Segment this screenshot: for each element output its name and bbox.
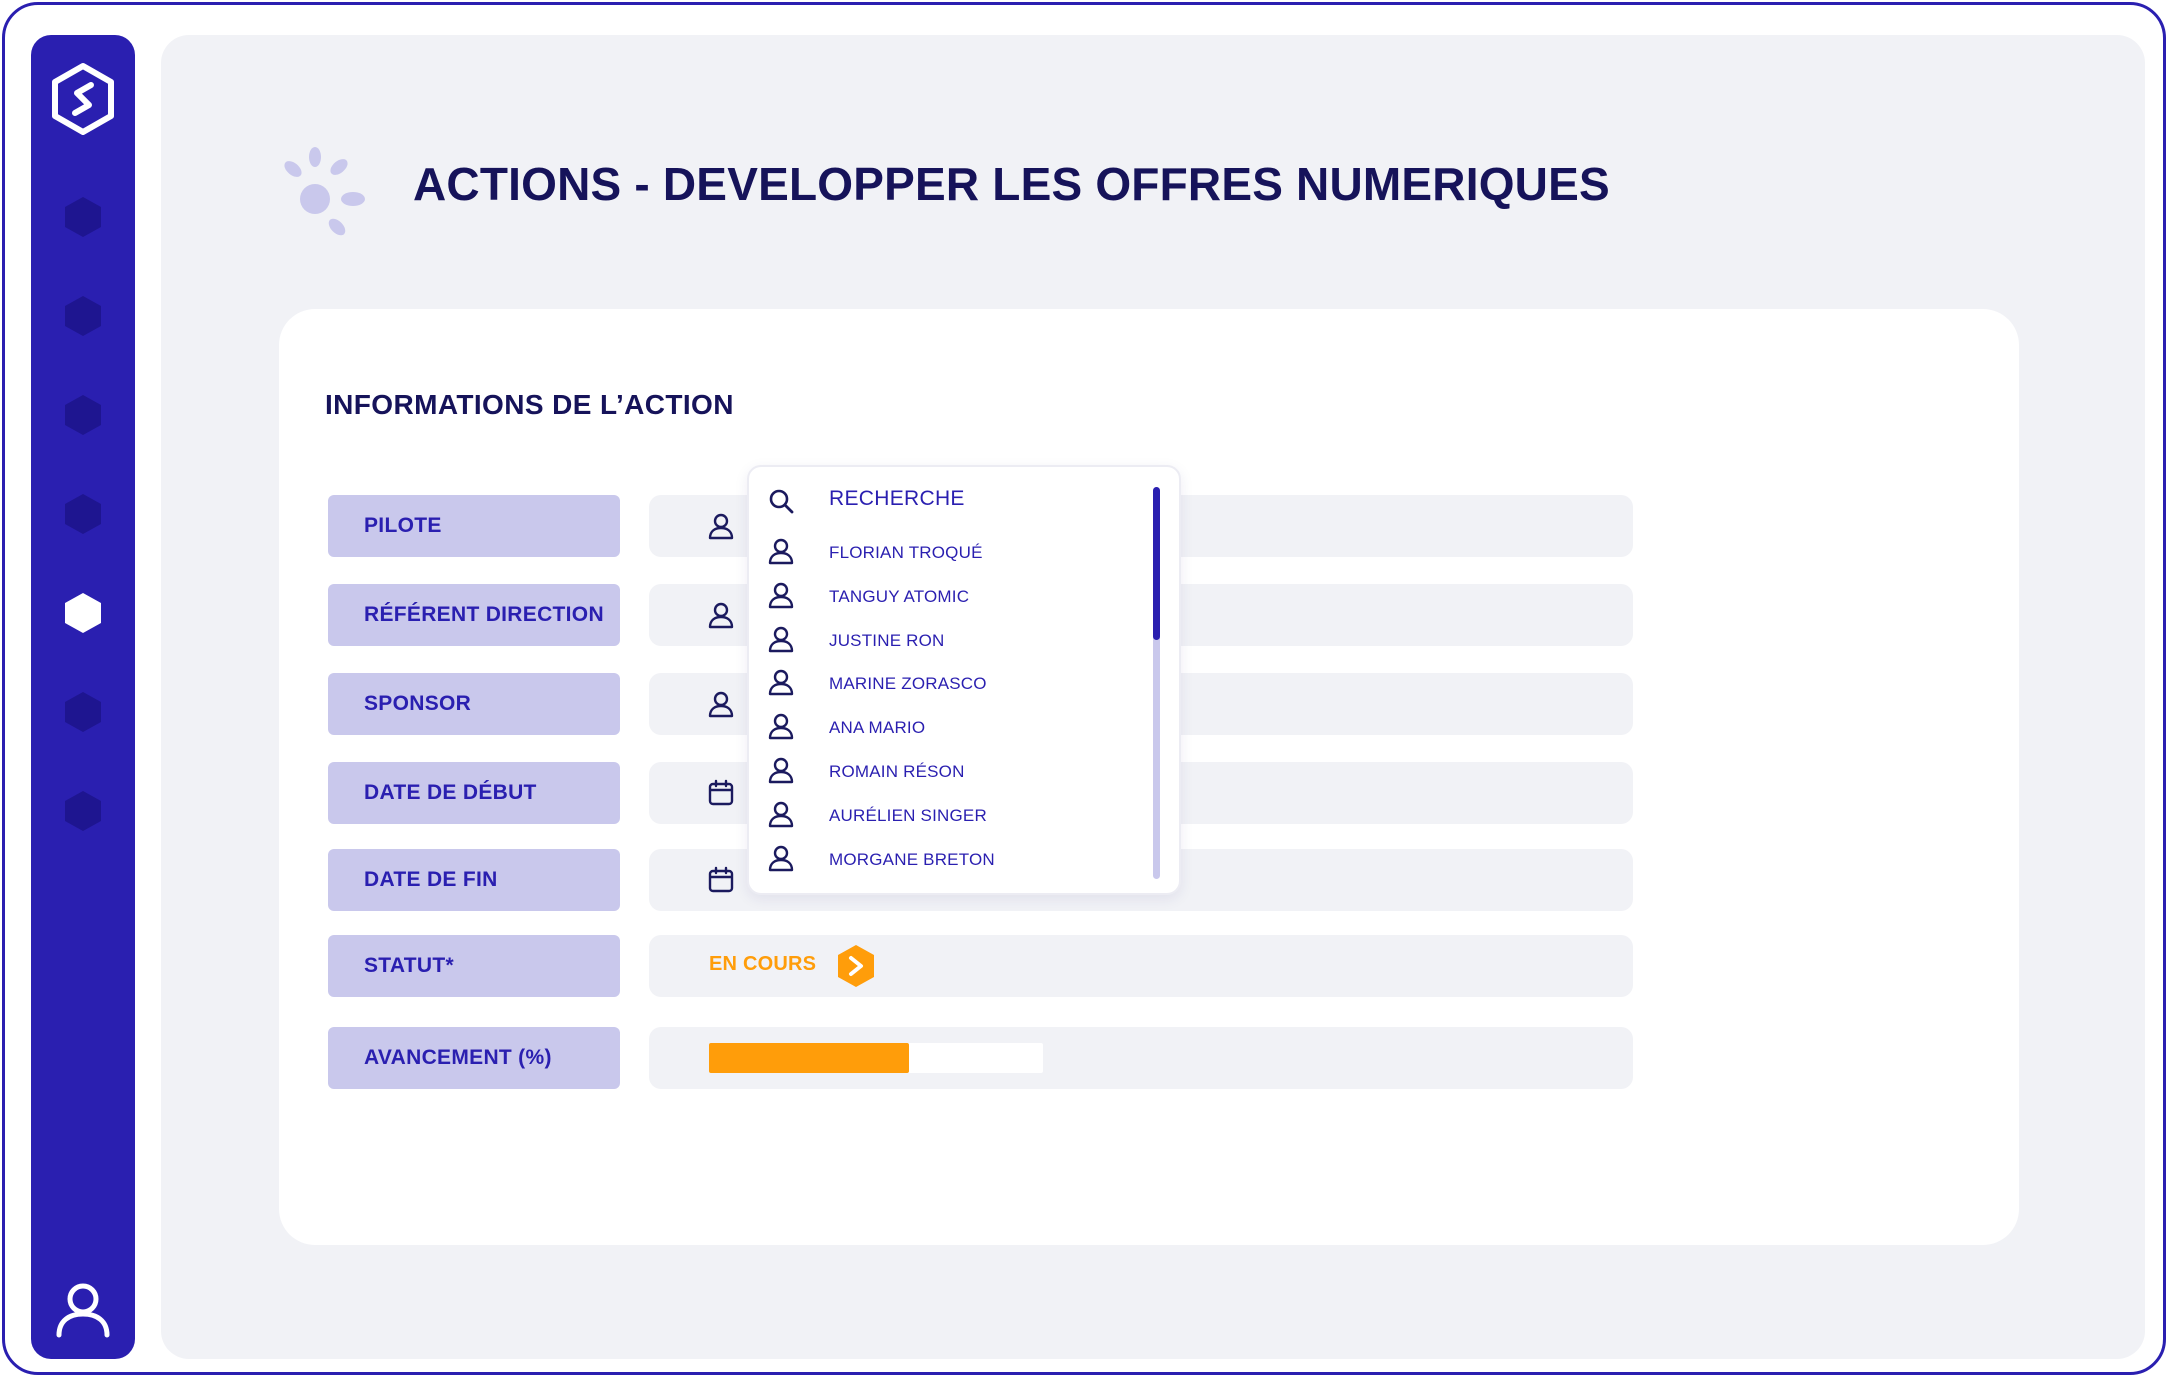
hexagon-icon [65, 494, 101, 534]
page-title-strong: ACTIONS - [413, 158, 650, 210]
sidebar-nav-item-5-active[interactable] [63, 591, 103, 635]
user-icon [768, 713, 794, 740]
user-icon [708, 602, 734, 629]
statut-field[interactable]: EN COURS [649, 935, 1633, 997]
user-icon [768, 582, 794, 608]
sidebar-nav-item-6[interactable] [63, 690, 103, 734]
avancement-field [649, 1027, 1633, 1089]
card-title: INFORMATIONS DE L’ACTION [325, 389, 734, 420]
list-item[interactable]: TANGUY ATOMIC [767, 573, 1147, 617]
page-title: ACTIONS - DEVELOPPER LES OFFRES NUMERIQU… [413, 157, 1610, 211]
list-item-label: ROMAIN RÉSON [829, 761, 965, 781]
user-icon [768, 801, 794, 827]
list-item-label: MORGANE BRETON [829, 849, 995, 869]
progress-bar[interactable] [709, 1043, 1043, 1073]
user-icon [768, 626, 794, 652]
field-label-date-fin: DATE DE FIN [328, 849, 620, 911]
scrollbar-thumb[interactable] [1153, 487, 1160, 640]
field-label-sponsor: SPONSOR [328, 673, 620, 735]
sidebar-nav-item-1[interactable] [63, 195, 103, 239]
field-label-statut: STATUT* [328, 935, 620, 997]
user-icon [708, 691, 734, 718]
field-label-referent-direction: RÉFÉRENT DIRECTION [328, 584, 620, 646]
person-dropdown: RECHERCHE FLORIAN TROQUÉ TANGUY ATOMIC J… [747, 465, 1181, 895]
user-icon [768, 670, 794, 696]
search-icon [769, 489, 794, 514]
list-item[interactable]: MARINE ZORASCO [767, 660, 1147, 704]
user-icon [708, 513, 734, 540]
chevron-right-icon[interactable] [835, 943, 877, 989]
user-icon[interactable] [55, 1279, 111, 1339]
search-input[interactable]: RECHERCHE [767, 483, 1147, 519]
list-item[interactable]: JUSTINE RON [767, 617, 1147, 661]
calendar-icon [708, 779, 734, 806]
loading-dots-icon [284, 147, 365, 236]
list-item-label: ANA MARIO [829, 718, 926, 738]
hexagon-icon [65, 395, 101, 435]
hexagon-icon [65, 296, 101, 336]
list-item[interactable]: FLORIAN TROQUÉ [767, 529, 1147, 573]
list-item[interactable]: MORGANE BRETON [767, 836, 1147, 880]
user-icon [768, 538, 794, 565]
hexagon-icon [65, 791, 101, 831]
list-item-label: AURÉLIEN SINGER [829, 805, 987, 825]
list-item[interactable]: ANA MARIO [767, 704, 1147, 748]
list-item[interactable]: ROMAIN RÉSON [767, 748, 1147, 792]
list-item[interactable]: AURÉLIEN SINGER [767, 792, 1147, 836]
search-placeholder: RECHERCHE [829, 487, 965, 510]
hexagon-s-logo-icon[interactable] [49, 61, 117, 137]
list-item-label: JUSTINE RON [829, 630, 945, 650]
app-frame: ACTIONS - DEVELOPPER LES OFFRES NUMERIQU… [2, 2, 2166, 1375]
list-item-label: TANGUY ATOMIC [829, 586, 970, 606]
progress-fill [709, 1043, 910, 1073]
field-label-date-debut: DATE DE DÉBUT [328, 762, 620, 824]
page-title-rest: DEVELOPPER LES OFFRES NUMERIQUES [662, 158, 1610, 210]
list-item-label: FLORIAN TROQUÉ [829, 543, 983, 562]
user-icon [768, 845, 794, 871]
hexagon-icon [65, 692, 101, 732]
calendar-icon [708, 866, 734, 893]
hexagon-icon [65, 593, 101, 633]
status-value: EN COURS [709, 953, 817, 975]
dropdown-scrollbar[interactable] [1153, 487, 1160, 879]
hexagon-icon [65, 197, 101, 237]
person-list: FLORIAN TROQUÉ TANGUY ATOMIC JUSTINE RON… [767, 529, 1147, 879]
sidebar [31, 35, 135, 1359]
field-label-pilote: PILOTE [328, 495, 620, 557]
sidebar-nav-item-7[interactable] [63, 789, 103, 833]
user-icon [768, 757, 794, 784]
sidebar-nav-item-3[interactable] [63, 393, 103, 437]
field-label-avancement: AVANCEMENT (%) [328, 1027, 620, 1089]
list-item-label: MARINE ZORASCO [829, 674, 987, 694]
sidebar-nav-item-2[interactable] [63, 294, 103, 338]
sidebar-nav-item-4[interactable] [63, 492, 103, 536]
